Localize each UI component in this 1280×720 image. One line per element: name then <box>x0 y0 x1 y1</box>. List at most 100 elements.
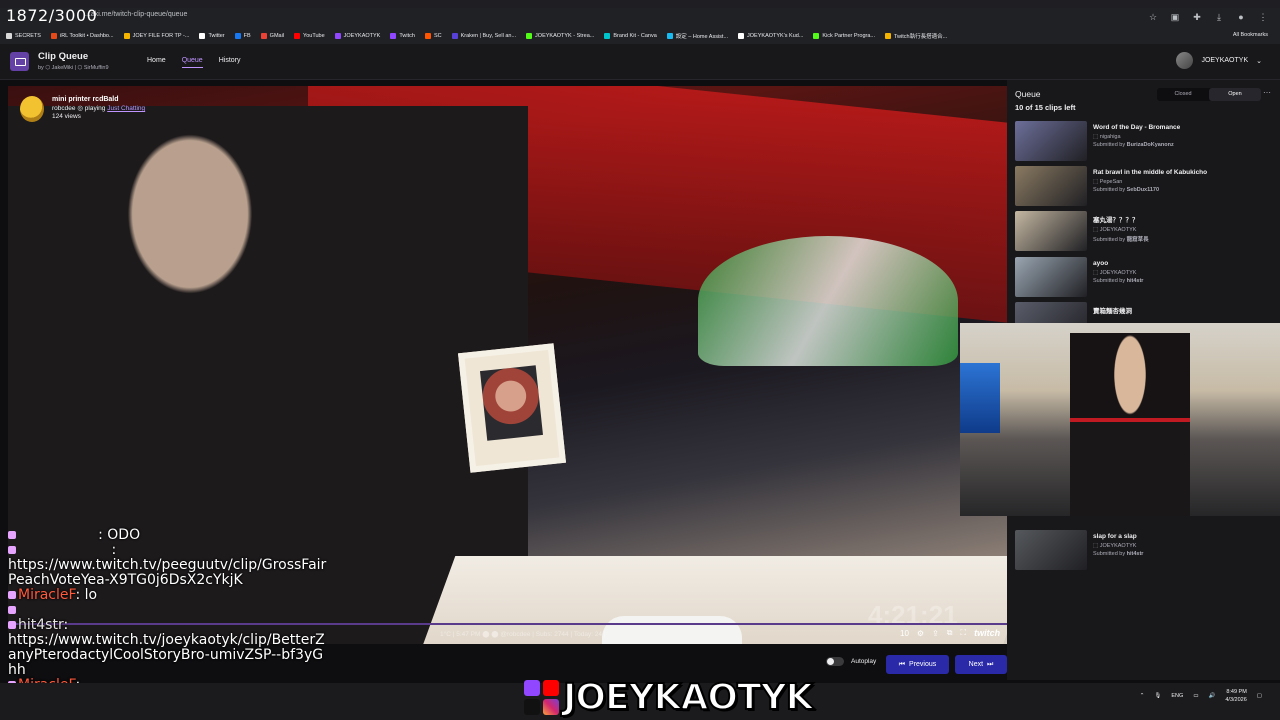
chat-line: MiracleF: lo <box>8 588 328 603</box>
clip-channel: ⬚ PepeSan <box>1093 179 1123 185</box>
bookmark-item[interactable]: Twitter <box>199 33 225 39</box>
streamer-brand-overlay: JOEYKAOTYK <box>524 674 815 720</box>
bookmark-label: JOEYKAOTYK's Kud... <box>747 33 804 39</box>
toggle-open[interactable]: Open <box>1209 88 1261 101</box>
clip-meta: robcdee ◎ playing Just Chatting <box>52 104 145 112</box>
clip-title: Word of the Day - Bromance <box>1093 124 1181 131</box>
download-icon[interactable]: ⤓ <box>1214 12 1224 22</box>
browser-tabstrip <box>0 0 1280 8</box>
bookmark-item[interactable]: 設定 – Home Assist... <box>666 32 728 40</box>
twitch-logo[interactable]: twitch <box>974 628 1000 638</box>
bookmark-item[interactable]: GMail <box>260 33 284 39</box>
extensions-icon[interactable]: ▣ <box>1170 12 1180 22</box>
previous-button[interactable]: ⏮ Previous <box>886 655 949 674</box>
notification-icon[interactable]: ▢ <box>1257 693 1262 699</box>
clip-submitter: Submitted by BurizaDoKyanonz <box>1093 142 1174 148</box>
toggle-closed[interactable]: Closed <box>1157 88 1209 101</box>
bookmark-item[interactable]: JOEY FILE FOR TP -... <box>123 33 190 39</box>
next-button[interactable]: Next ⏭ <box>955 655 1007 674</box>
profile-icon[interactable]: ● <box>1236 12 1246 22</box>
autoplay-label: Autoplay <box>851 658 877 665</box>
queue-item[interactable]: 塞丸湯？？？？ ⬚ JOEYKAOTYK Submitted by 龍窟草長 <box>1015 211 1273 253</box>
bookmark-favicon-icon <box>50 33 57 39</box>
streamer-webcam <box>960 323 1280 516</box>
star-icon[interactable]: ☆ <box>1148 12 1158 22</box>
menu-icon[interactable]: ⋮ <box>1258 12 1268 22</box>
bookmark-favicon-icon <box>813 33 820 39</box>
bookmark-item[interactable]: SECRETS <box>6 33 41 39</box>
clock-time: 8:49 PM <box>1226 689 1247 695</box>
all-bookmarks-link[interactable]: All Bookmarks <box>1233 32 1268 38</box>
bookmarks-bar: SECRETS iRL Toolkit • Dashbo... JOEY FILE … <box>0 28 1280 44</box>
bookmark-item[interactable]: JOEYKAOTYK <box>334 33 380 39</box>
main-nav: Home Queue History <box>147 57 241 68</box>
bookmark-label: JOEY FILE FOR TP -... <box>132 33 190 39</box>
chat-line: https://www.twitch.tv/peeguutv/clip/Gros… <box>8 557 327 588</box>
network-icon[interactable]: ▭ <box>1193 693 1198 699</box>
clip-thumbnail <box>1015 211 1087 251</box>
bookmark-label: Twitch執行長搭適合... <box>893 34 948 40</box>
share-icon[interactable]: ⇪ <box>932 629 939 638</box>
queue-item[interactable]: slap for a slap ⬚ JOEYKAOTYK Submitted b… <box>1015 530 1273 572</box>
nav-history[interactable]: History <box>219 57 241 68</box>
queue-item[interactable]: ayoo ⬚ JOEYKAOTYK Submitted by hit4str <box>1015 257 1273 299</box>
fullscreen-icon[interactable]: ⛶ <box>961 628 967 638</box>
frame-counter: 1872/3000 <box>6 6 98 25</box>
bookmark-item[interactable]: Kick Partner Progra... <box>813 33 875 39</box>
clip-submitter: Submitted by 龍窟草長 <box>1093 237 1149 243</box>
app-credits: by ⬡ JakeMiki | ⬡ SirMuffin9 <box>38 65 109 71</box>
bookmark-favicon-icon <box>294 33 301 39</box>
clip-game[interactable]: Just Chatting <box>107 105 145 112</box>
bookmark-favicon-icon <box>390 33 397 39</box>
bookmark-item[interactable]: Brand Kit - Canva <box>604 33 657 39</box>
language-indicator[interactable]: ENG <box>1171 693 1183 699</box>
clip-submitter: Submitted by hit4str <box>1093 551 1144 557</box>
scene-photo <box>457 343 567 473</box>
app-title: Clip Queue <box>38 51 89 62</box>
bookmark-item[interactable]: JOEYKAOTYK's Kud... <box>738 33 803 39</box>
overlay-stream-time: 4:21:21 <box>868 600 958 630</box>
next-label: Next <box>968 661 984 668</box>
settings-icon[interactable]: ⚙ <box>917 629 924 638</box>
app-logo-icon[interactable] <box>10 52 29 71</box>
chat-line: https://www.twitch.tv/joeykaotyk/clip/Be… <box>8 632 325 678</box>
bookmark-item[interactable]: JOEYKAOTYK - Strea... <box>526 33 594 39</box>
queue-open-toggle[interactable]: Closed Open <box>1157 88 1261 101</box>
volume-icon[interactable]: 🔊 <box>1209 693 1216 699</box>
bookmark-item[interactable]: Twitch <box>390 33 415 39</box>
autoplay-toggle[interactable]: Autoplay <box>826 657 876 666</box>
bookmark-item[interactable]: Twitch執行長搭適合... <box>884 32 948 40</box>
queue-item[interactable]: Rat brawl in the middle of Kabukicho ⬚ P… <box>1015 166 1273 208</box>
puzzle-icon[interactable]: ✚ <box>1192 12 1202 22</box>
clip-channel: ⬚ JOEYKAOTYK <box>1093 543 1137 549</box>
chevron-up-icon[interactable]: ⌃ <box>1140 693 1145 699</box>
previous-label: Previous <box>909 661 937 668</box>
more-icon[interactable]: ⋯ <box>1263 88 1271 97</box>
bookmark-item[interactable]: YouTube <box>294 33 325 39</box>
queue-item[interactable]: Word of the Day - Bromance ⬚ nigahiga Su… <box>1015 121 1273 163</box>
clip-channel[interactable]: robcdee <box>52 105 76 112</box>
bookmark-item[interactable]: Kraken | Buy, Sell an... <box>451 33 517 39</box>
mic-icon[interactable]: 🎙 <box>1154 693 1161 699</box>
control-count: 10 <box>900 628 909 638</box>
bookmark-favicon-icon <box>424 33 431 39</box>
address-bar[interactable]: ...aki.me/twitch-clip-queue/queue ☆ ▣ ✚ … <box>0 8 1280 28</box>
bookmark-item[interactable]: FB <box>234 33 251 39</box>
bookmark-item[interactable]: SC <box>424 33 442 39</box>
clock[interactable]: 8:49 PM 4/3/2026 <box>1225 688 1246 704</box>
bookmark-item[interactable]: iRL Toolkit • Dashbo... <box>50 33 114 39</box>
bookmark-label: Kraken | Buy, Sell an... <box>460 33 517 39</box>
previous-icon: ⏮ <box>898 660 906 668</box>
clip-title: mini printer rcdBald <box>52 96 119 103</box>
bookmark-favicon-icon <box>260 33 267 39</box>
pip-icon[interactable]: ⧉ <box>947 628 953 638</box>
nav-home[interactable]: Home <box>147 57 166 68</box>
clip-title: ayoo <box>1093 260 1109 267</box>
streamer-logo: JOEYKAOTYK <box>562 676 815 719</box>
nav-queue[interactable]: Queue <box>181 57 203 68</box>
bookmark-favicon-icon <box>334 33 341 39</box>
autoplay-switch[interactable] <box>826 657 844 666</box>
url-text[interactable]: ...aki.me/twitch-clip-queue/queue <box>85 11 187 18</box>
user-menu[interactable]: JOEYKAOTYK ⌄ <box>1176 52 1262 69</box>
bookmark-favicon-icon <box>199 33 206 39</box>
